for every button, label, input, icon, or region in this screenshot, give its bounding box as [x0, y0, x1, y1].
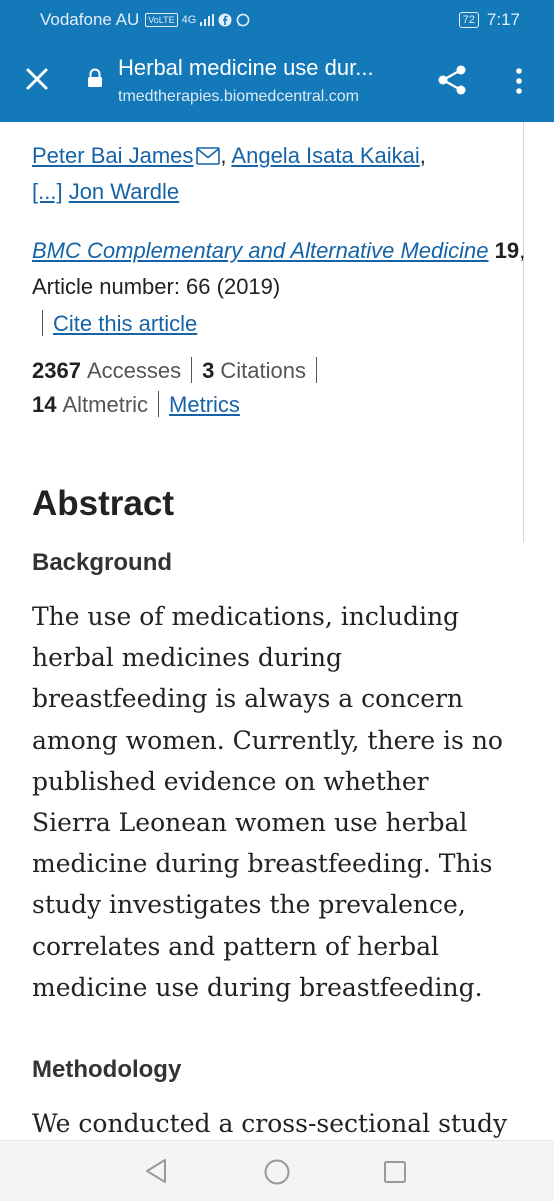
close-icon[interactable] — [20, 62, 54, 96]
abstract-heading: Abstract — [32, 484, 174, 523]
article-metrics: 2367 Accesses 3 Citations 14 Altmetric Metric… — [32, 354, 532, 422]
text-line: study investigates the prevalence, — [32, 890, 466, 920]
author-separator: , — [419, 143, 426, 168]
status-icons: VoLTE 4G — [145, 13, 250, 27]
facebook-icon — [218, 13, 232, 27]
text-line: breastfeeding is always a concern — [32, 684, 464, 714]
page-url[interactable]: tmedtherapies.biomedcentral.com — [118, 88, 359, 106]
journal-link[interactable]: BMC Complementary and Alternative Medici… — [32, 238, 489, 263]
text-line: The use of medications, including — [32, 602, 460, 631]
lock-icon — [88, 68, 102, 87]
separator — [191, 357, 193, 383]
separator — [158, 391, 160, 417]
carrier-name: Vodafone AU — [40, 10, 140, 29]
page-title[interactable]: Herbal medicine use dur... — [118, 55, 374, 81]
separator — [42, 310, 43, 336]
status-bar: Vodafone AU VoLTE 4G 72 7:17 — [0, 0, 554, 40]
text-line: medicine during breastfeeding. This — [32, 849, 493, 879]
author-list: Peter Bai James, Angela Isata Kaikai, [.… — [32, 138, 532, 210]
back-icon[interactable] — [143, 1157, 169, 1185]
author-link[interactable]: Peter Bai James — [32, 143, 193, 168]
text-line: published evidence on whether — [32, 766, 429, 796]
accesses-label: Accesses — [86, 358, 182, 383]
text-line: herbal medicines during — [32, 643, 343, 673]
methodology-text: We conducted a cross-sectional study — [32, 1109, 508, 1138]
text-line: among women. Currently, there is no — [32, 725, 503, 755]
author-link[interactable]: Angela Isata Kaikai — [231, 143, 419, 168]
background-text: The use of medications, including herbal… — [32, 596, 532, 1008]
home-icon[interactable] — [263, 1158, 291, 1186]
whatsapp-icon — [236, 13, 250, 27]
separator — [315, 357, 317, 383]
citations-count: 3 — [202, 358, 215, 383]
volte-badge: VoLTE — [145, 13, 178, 27]
methodology-heading: Methodology — [32, 1056, 182, 1083]
journal-citation: BMC Complementary and Alternative Medici… — [32, 233, 532, 305]
recents-icon[interactable] — [383, 1160, 407, 1184]
metrics-link[interactable]: Metrics — [169, 392, 240, 417]
background-heading: Background — [32, 549, 173, 576]
network-type: 4G — [181, 14, 197, 26]
cite-row: Cite this article — [32, 308, 197, 340]
text-line: Sierra Leonean women use herbal — [32, 808, 468, 838]
expand-authors-link[interactable]: [...] — [32, 179, 63, 204]
share-icon[interactable] — [434, 62, 470, 98]
citations-label: Citations — [220, 358, 306, 383]
text-line: medicine use during breastfeeding. — [32, 972, 483, 1002]
cite-article-link[interactable]: Cite this article — [53, 311, 197, 336]
browser-toolbar: Herbal medicine use dur... tmedtherapies… — [0, 40, 554, 122]
signal-icon — [200, 14, 215, 26]
mail-icon[interactable] — [196, 147, 221, 165]
battery-icon: 72 — [458, 12, 479, 28]
more-vert-icon[interactable] — [504, 64, 534, 98]
system-nav-bar — [0, 1140, 554, 1201]
altmetric-label: Altmetric — [62, 392, 149, 417]
clock: 7:17 — [486, 10, 520, 29]
text-line: correlates and pattern of herbal — [32, 931, 440, 961]
author-separator: , — [220, 143, 232, 168]
article-content[interactable]: Peter Bai James, Angela Isata Kaikai, [.… — [0, 122, 554, 1140]
accesses-count: 2367 — [32, 358, 81, 383]
journal-volume: 19 — [494, 238, 520, 263]
altmetric-count: 14 — [32, 392, 57, 417]
status-right: 72 7:17 — [458, 10, 520, 30]
author-link[interactable]: Jon Wardle — [69, 179, 179, 204]
